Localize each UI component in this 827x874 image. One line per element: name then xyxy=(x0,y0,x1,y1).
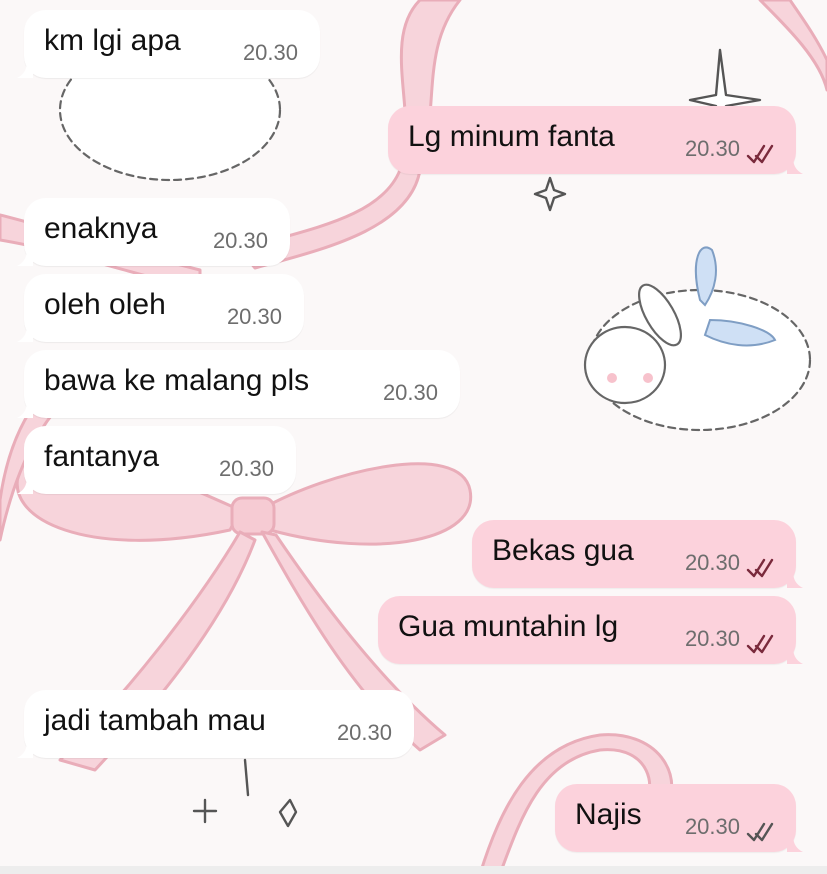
message-timestamp: 20.30 xyxy=(684,814,740,839)
message-timestamp: 20.30 xyxy=(684,136,740,161)
bunny-right-head xyxy=(583,325,667,405)
bubble-tail xyxy=(787,646,803,664)
message-bubble-incoming[interactable]: oleh oleh 20.30 xyxy=(17,274,304,342)
delivered-receipt-icon xyxy=(746,822,774,842)
message-text: Gua muntahin lg xyxy=(398,610,619,643)
message-bubble-outgoing[interactable]: Najis 20.30 xyxy=(555,784,803,852)
message-timestamp: 20.30 xyxy=(684,626,740,651)
sparkle-3 xyxy=(192,798,218,824)
sparkle-2 xyxy=(533,176,567,212)
message-text: jadi tambah mau xyxy=(44,704,266,737)
bubble-tail xyxy=(17,476,33,494)
bubble-tail xyxy=(17,60,33,78)
message-timestamp: 20.30 xyxy=(218,456,274,481)
bubble-tail xyxy=(17,324,33,342)
message-text: Bekas gua xyxy=(492,534,634,567)
message-text: fantanya xyxy=(44,440,160,473)
read-receipt-icon xyxy=(746,144,774,164)
bubble-tail xyxy=(787,570,803,588)
message-timestamp: 20.30 xyxy=(226,304,282,329)
bubble-tail xyxy=(17,740,33,758)
message-bubble-outgoing[interactable]: Gua muntahin lg 20.30 xyxy=(378,596,803,664)
message-bubble-incoming[interactable]: bawa ke malang pls 20.30 xyxy=(17,350,460,418)
bubble-tail xyxy=(787,834,803,852)
read-receipt-icon xyxy=(746,558,774,578)
message-timestamp: 20.30 xyxy=(382,380,438,405)
sparkle-5 xyxy=(243,758,250,797)
message-timestamp: 20.30 xyxy=(212,228,268,253)
message-text: Najis xyxy=(575,798,642,831)
message-text: Lg minum fanta xyxy=(408,120,615,153)
read-receipt-icon xyxy=(746,634,774,654)
message-timestamp: 20.30 xyxy=(336,720,392,745)
message-bubble-outgoing[interactable]: Bekas gua 20.30 xyxy=(472,520,803,588)
message-bubble-incoming[interactable]: enaknya 20.30 xyxy=(17,198,290,266)
bubble-tail xyxy=(17,248,33,266)
message-bubble-incoming[interactable]: jadi tambah mau 20.30 xyxy=(17,690,414,758)
ribbon-strand-right-top xyxy=(758,0,827,92)
sparkle-4 xyxy=(278,798,298,828)
message-text: km lgi apa xyxy=(44,24,181,57)
message-text: bawa ke malang pls xyxy=(44,364,310,397)
bubble-tail xyxy=(787,156,803,174)
message-bubble-incoming[interactable]: fantanya 20.30 xyxy=(17,426,296,494)
bottom-divider xyxy=(0,866,827,874)
message-timestamp: 20.30 xyxy=(242,40,298,65)
message-text: oleh oleh xyxy=(44,288,166,321)
bubble-tail xyxy=(17,400,33,418)
ribbon-knot xyxy=(230,496,276,536)
message-text: enaknya xyxy=(44,212,158,245)
message-bubble-incoming[interactable]: km lgi apa 20.30 xyxy=(17,10,320,78)
message-timestamp: 20.30 xyxy=(684,550,740,575)
message-bubble-outgoing[interactable]: Lg minum fanta 20.30 xyxy=(388,106,803,174)
